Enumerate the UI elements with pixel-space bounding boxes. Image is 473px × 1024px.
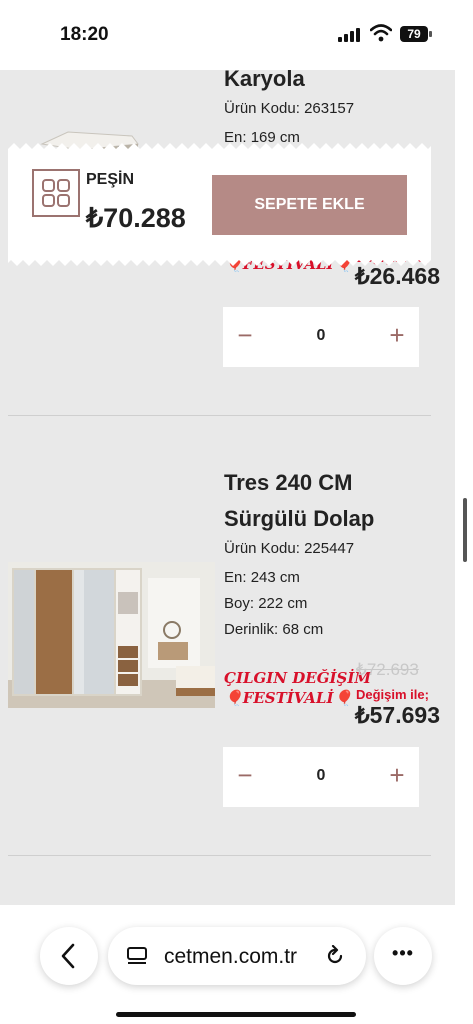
code-value: 225447 [304,540,355,557]
balloon-icon: 🎈 [224,689,243,707]
more-options-button[interactable]: ••• [374,927,432,985]
product-depth: Derinlik: 68 cm [224,621,323,638]
divider [8,855,431,856]
cart-total: ₺70.288 [86,203,186,233]
quantity-value[interactable]: 0 [293,327,349,345]
battery-icon: 79 [400,26,428,42]
add-to-cart-button[interactable]: SEPETE EKLE [212,175,407,235]
width-value: 243 cm [250,569,300,586]
product-title-line-1[interactable]: Tres 240 CM [224,465,352,501]
code-label: Ürün Kodu: [224,540,300,557]
product-title: Karyola [224,70,305,91]
payment-type-label: PEŞİN [86,171,135,188]
quantity-stepper[interactable]: − 0 + [223,747,419,807]
product-width: En: 243 cm [224,569,300,586]
status-time: 18:20 [60,24,109,45]
code-value: 263157 [304,100,355,117]
divider [8,415,431,416]
scrollbar[interactable] [463,498,467,562]
page-menu-icon[interactable] [126,946,148,966]
status-bar: 18:20 79 [0,0,473,70]
original-price: ₺72.693 [356,660,419,679]
grid-icon [32,169,80,217]
reload-icon[interactable] [324,945,346,967]
url-text[interactable]: cetmen.com.tr [164,945,297,969]
wardrobe-product-image[interactable] [8,562,215,708]
product-code: Ürün Kodu: 263157 [224,100,354,117]
address-bar[interactable]: cetmen.com.tr [108,927,366,985]
wifi-icon [370,24,392,42]
code-label: Ürün Kodu: [224,100,300,117]
increase-quantity-button[interactable]: + [383,321,411,349]
sticky-cart-bar: PEŞİN ₺70.288 SEPETE EKLE [8,153,431,257]
decrease-quantity-button[interactable]: − [231,321,259,349]
festival-badge: ÇILGIN DEĞİŞİM 🎈FESTİVALİ🎈 [224,669,371,707]
zigzag-edge [8,254,431,266]
product-code: Ürün Kodu: 225447 [224,540,354,557]
swap-price-label: Değişim ile; [356,687,429,702]
discount-price: ₺57.693 [355,702,440,728]
decrease-quantity-button[interactable]: − [231,761,259,789]
cellular-signal-icon [338,28,362,42]
back-button[interactable] [40,927,98,985]
browser-toolbar: cetmen.com.tr ••• [0,905,473,1024]
increase-quantity-button[interactable]: + [383,761,411,789]
chevron-left-icon [61,943,75,969]
ellipsis-icon: ••• [392,943,414,963]
quantity-value[interactable]: 0 [293,767,349,785]
balloon-icon: 🎈 [333,689,353,707]
depth-value: 68 cm [282,621,324,638]
height-value: 222 cm [258,595,308,612]
home-indicator[interactable] [116,1012,356,1017]
depth-label: Derinlik: [224,621,279,638]
discount-price: ₺26.468 [355,263,440,289]
quantity-stepper[interactable]: − 0 + [223,307,419,367]
product-height: Boy: 222 cm [224,595,307,612]
product-title-line-2[interactable]: Sürgülü Dolap [224,501,374,537]
height-label: Boy: [224,595,255,612]
battery-cap [429,31,432,37]
width-label: En: [224,569,247,586]
